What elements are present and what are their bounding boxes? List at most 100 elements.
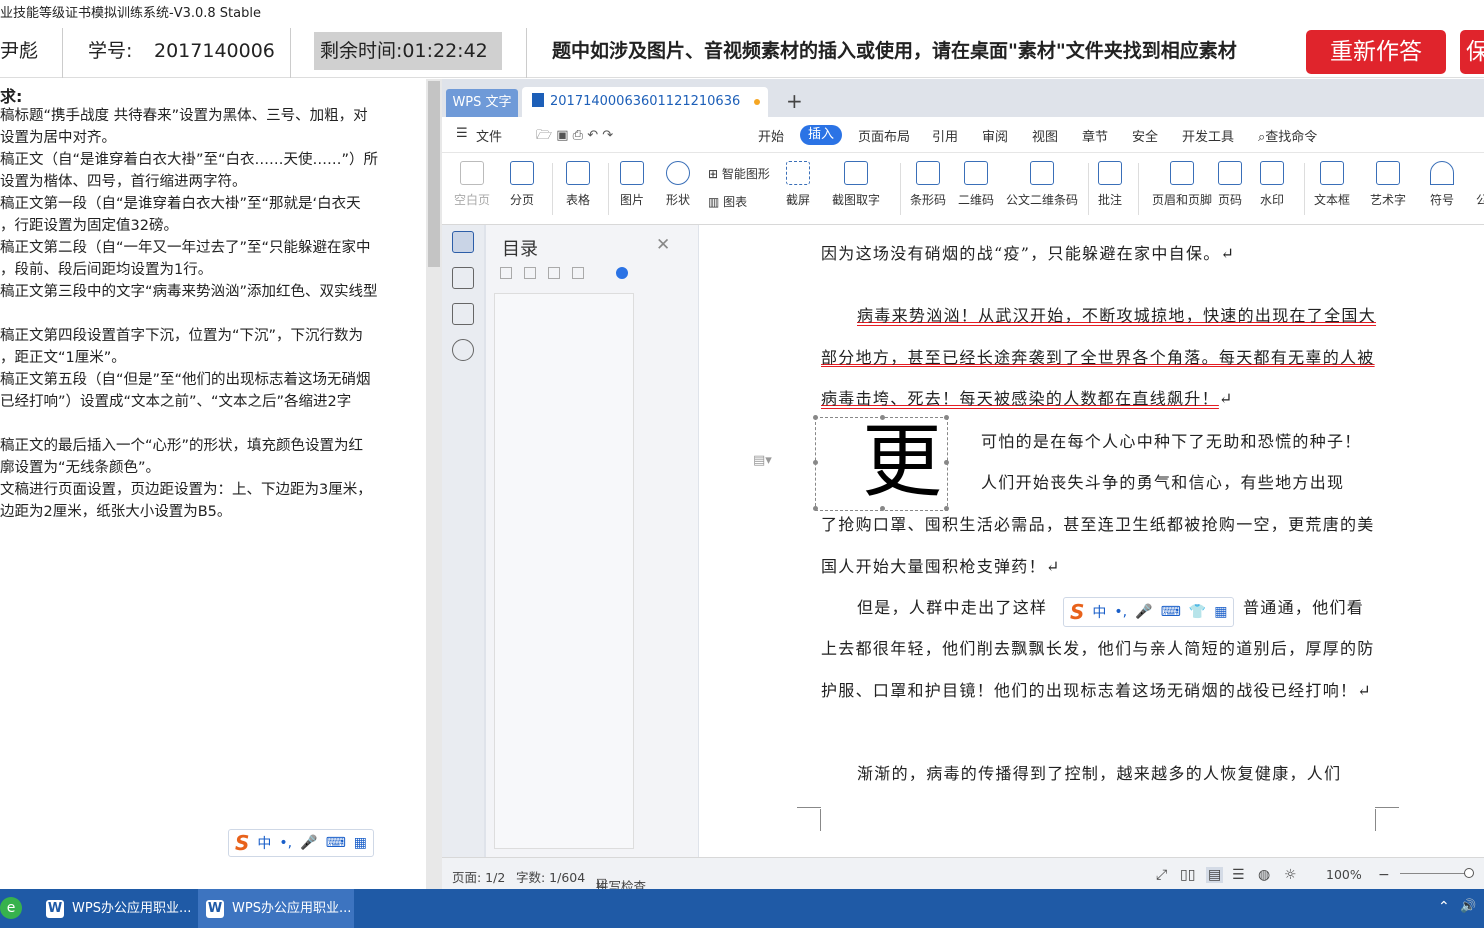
menu-references[interactable]: 引用 — [932, 126, 958, 145]
ime-toolbar[interactable]: S 中 •, 🎤 ⌨ ▦ — [228, 829, 375, 857]
fullscreen-icon[interactable]: ⤢ — [1156, 867, 1167, 883]
quick-access-icons[interactable]: 🗁 ▣ ⎙ ↶ ↷ — [536, 126, 613, 148]
doc-paragraph[interactable]: 渐渐的，病毒的传播得到了控制，越来越多的人恢复健康，人们 — [821, 753, 1377, 795]
ime-punct[interactable]: •, — [279, 835, 292, 851]
volume-icon[interactable]: 🔊 — [1460, 899, 1476, 914]
ime-lang[interactable]: 中 — [1092, 602, 1106, 622]
menu-chapter[interactable]: 章节 — [1082, 126, 1108, 145]
new-tab-icon[interactable]: + — [786, 89, 803, 113]
chart-button[interactable]: ▥ 图表 — [708, 193, 747, 210]
skin-icon[interactable]: 👕 — [1189, 604, 1206, 620]
menu-developer[interactable]: 开发工具 — [1182, 126, 1234, 145]
keyboard-icon[interactable]: ⌨ — [1161, 604, 1181, 620]
hamburger-icon[interactable]: ☰ — [456, 126, 468, 141]
doc-line[interactable]: 人们开始丧失斗争的勇气和信心，有些地方出现 — [981, 462, 1381, 504]
mic-icon[interactable]: 🎤 — [1135, 604, 1152, 620]
blank-page-button[interactable]: 空白页 — [454, 161, 490, 208]
resize-handle[interactable] — [813, 506, 818, 511]
tab-document[interactable]: 20171400063601121210636 — [522, 87, 768, 117]
taskbar-item[interactable]: W WPS办公应用职业... — [38, 889, 194, 928]
toc-nav-icon[interactable] — [452, 231, 474, 253]
tab-wps-home[interactable]: WPS 文字 — [446, 89, 518, 117]
resize-handle[interactable] — [813, 460, 818, 465]
barcode-button[interactable]: 条形码 — [910, 161, 946, 208]
search-command[interactable]: ⌕查找命令 — [1258, 126, 1317, 145]
apps-icon[interactable]: ▦ — [1214, 604, 1227, 620]
zoom-out-icon[interactable]: − — [1378, 867, 1390, 883]
dropcap-frame[interactable]: 更 — [813, 415, 949, 511]
ime-floating-toolbar[interactable]: S 中 •, 🎤 ⌨ 👕 ▦ — [1063, 597, 1235, 627]
resize-handle[interactable] — [880, 415, 885, 420]
smart-shape-button[interactable]: ⊞ 智能图形 — [708, 165, 770, 182]
add-level-icon[interactable] — [548, 267, 560, 279]
save-button[interactable]: 保 — [1460, 30, 1484, 74]
doc-line[interactable]: 但是，人群中走出了这样 — [821, 587, 1061, 629]
table-button[interactable]: 表格 — [566, 161, 590, 208]
page-indicator[interactable]: 页面: 1/2 — [452, 867, 505, 886]
watermark-button[interactable]: 水印 — [1260, 161, 1284, 208]
taskbar-item-active[interactable]: W WPS办公应用职业... — [198, 889, 354, 928]
doc-paragraph[interactable]: 上去都很年轻，他们削去飘飘长发，他们与亲人简短的道别后，厚厚的防护服、口罩和护目… — [821, 628, 1377, 711]
doc-line[interactable]: 可怕的是在每个人心中种下了无助和恐慌的种子！ — [981, 421, 1381, 463]
page-break-button[interactable]: 分页 — [510, 161, 534, 208]
doc-paragraph-3[interactable]: 病毒来势汹汹！从武汉开始，不断攻城掠地，快速的出现在了全国大部分地方，甚至已经长… — [821, 295, 1377, 420]
textbox-button[interactable]: 文本框 — [1314, 161, 1350, 208]
ime-punct[interactable]: •, — [1114, 604, 1127, 620]
picture-button[interactable]: 图片 — [620, 161, 644, 208]
mic-icon[interactable]: 🎤 — [300, 835, 317, 851]
symbol-button[interactable]: 符号 — [1430, 161, 1454, 208]
web-view-icon[interactable]: ◍ — [1258, 867, 1270, 883]
expand-icon[interactable] — [500, 267, 512, 279]
header-footer-button[interactable]: 页眉和页脚 — [1152, 161, 1212, 208]
wordart-button[interactable]: 艺术字 — [1370, 161, 1406, 208]
resize-handle[interactable] — [944, 460, 949, 465]
tray-chevron-icon[interactable]: ⌃ — [1438, 899, 1450, 915]
menu-insert[interactable]: 插入 — [800, 125, 842, 145]
ime-lang[interactable]: 中 — [257, 833, 271, 853]
toc-list[interactable] — [494, 293, 634, 849]
page-nav-icon[interactable] — [452, 267, 474, 289]
menu-home[interactable]: 开始 — [758, 126, 784, 145]
remove-level-icon[interactable] — [572, 267, 584, 279]
doc-paragraph[interactable]: 了抢购口罩、囤积生活必需品，甚至连卫生纸都被抢购一空，更荒唐的美国人开始大量囤积… — [821, 504, 1377, 587]
shape-button[interactable]: 形状 — [666, 161, 690, 208]
apps-icon[interactable]: ▦ — [354, 835, 367, 851]
smart-toc-icon[interactable] — [616, 267, 628, 279]
screenshot-button[interactable]: 截屏 — [786, 161, 810, 208]
menu-security[interactable]: 安全 — [1132, 126, 1158, 145]
zoom-slider[interactable] — [1400, 873, 1470, 874]
formula-button[interactable]: 公 — [1476, 191, 1484, 208]
menu-review[interactable]: 审阅 — [982, 126, 1008, 145]
keyboard-icon[interactable]: ⌨ — [326, 835, 346, 851]
ocr-button[interactable]: 截图取字 — [832, 161, 880, 208]
resize-handle[interactable] — [944, 415, 949, 420]
browser-icon[interactable]: e — [0, 897, 22, 919]
scroll-thumb[interactable] — [428, 81, 440, 267]
word-count[interactable]: 字数: 1/604 — [516, 867, 585, 886]
doc-line[interactable]: 普通通，他们看 — [1243, 587, 1383, 629]
menu-view[interactable]: 视图 — [1032, 126, 1058, 145]
menu-page-layout[interactable]: 页面布局 — [858, 126, 910, 145]
outline-view-icon[interactable]: ☰ — [1232, 867, 1245, 883]
page-number-button[interactable]: 页码 — [1218, 161, 1242, 208]
read-mode-icon[interactable]: ▯▯ — [1180, 867, 1195, 883]
document-page[interactable]: 因为这场没有硝烟的战“疫”，只能躲避在家中自保。↵ 病毒来势汹汹！从武汉开始，不… — [699, 225, 1484, 857]
comment-button[interactable]: 批注 — [1098, 161, 1122, 208]
doc-paragraph[interactable]: 因为这场没有硝烟的战“疫”，只能躲避在家中自保。↵ — [821, 233, 1377, 275]
left-scrollbar[interactable] — [426, 79, 442, 889]
resize-handle[interactable] — [813, 415, 818, 420]
official-barcode-button[interactable]: 公文二维条码 — [1006, 161, 1078, 208]
eye-protect-icon[interactable]: ☼ — [1284, 867, 1297, 883]
redo-button[interactable]: 重新作答 — [1306, 30, 1446, 74]
close-icon[interactable]: ✕ — [656, 235, 670, 255]
zoom-level[interactable]: 100% — [1326, 867, 1362, 882]
menu-file[interactable]: 文件 — [476, 126, 502, 145]
paragraph-layout-icon[interactable]: ▤▾ — [753, 453, 772, 468]
underlined-text[interactable]: 病毒来势汹汹！从武汉开始，不断攻城掠地，快速的出现在了全国大部分地方，甚至已经长… — [821, 306, 1376, 408]
page-view-icon[interactable]: ▤ — [1206, 867, 1224, 883]
bookmark-icon[interactable] — [452, 303, 474, 325]
find-icon[interactable] — [452, 339, 474, 361]
qrcode-button[interactable]: 二维码 — [958, 161, 994, 208]
collapse-icon[interactable] — [524, 267, 536, 279]
zoom-slider-handle[interactable] — [1464, 868, 1474, 878]
